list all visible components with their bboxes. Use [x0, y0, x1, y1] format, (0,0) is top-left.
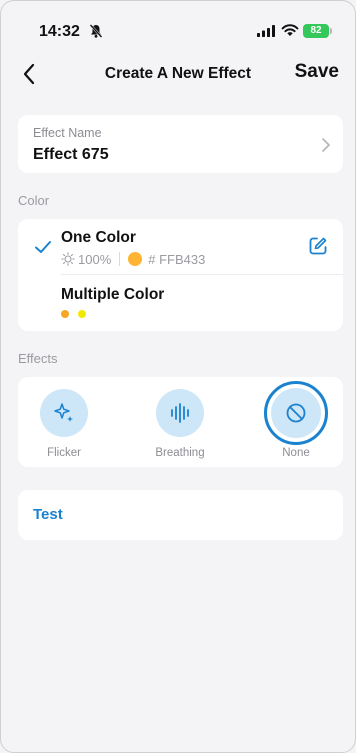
none-icon-bg-selected	[264, 381, 328, 445]
one-color-details: 100% # FFB433	[61, 250, 205, 268]
phone-screen: 14:32 82 Create A New Effect Save Effect…	[0, 0, 356, 753]
battery-level: 82	[310, 25, 322, 36]
flicker-label: Flicker	[47, 447, 81, 459]
test-label: Test	[33, 506, 63, 523]
sparkle-icon	[54, 403, 73, 422]
battery-indicator: 82	[303, 24, 329, 38]
none-label: None	[282, 447, 310, 459]
breathing-label: Breathing	[155, 447, 205, 459]
chevron-right-icon	[322, 138, 330, 152]
edit-icon[interactable]	[308, 236, 328, 256]
cellular-signal-icon	[257, 25, 275, 37]
multiple-color-title: Multiple Color	[61, 286, 165, 303]
color-dot-orange	[61, 310, 69, 318]
test-button[interactable]: Test	[18, 490, 343, 540]
battery-tip	[330, 28, 332, 34]
color-section-label: Color	[18, 193, 50, 208]
effect-name-field[interactable]: Effect Name Effect 675	[18, 115, 343, 173]
wifi-icon	[281, 24, 299, 36]
effects-card: Flicker Breathing None	[18, 377, 343, 467]
flicker-icon-bg	[40, 389, 88, 437]
effect-name-label: Effect Name	[33, 126, 102, 140]
color-swatch	[128, 252, 143, 266]
status-time: 14:32	[39, 23, 80, 40]
navigation-bar: Create A New Effect Save	[1, 55, 355, 95]
effects-section-label: Effects	[18, 351, 58, 366]
status-bar: 14:32 82	[1, 1, 355, 61]
breathing-icon-bg	[156, 389, 204, 437]
hex-value: # FFB433	[148, 251, 206, 267]
color-dot-yellow	[78, 310, 86, 318]
color-option-multiple-color[interactable]: Multiple Color	[18, 275, 343, 331]
prohibited-icon	[286, 403, 306, 423]
waveform-icon	[171, 403, 189, 423]
brightness-icon	[61, 252, 75, 266]
one-color-title: One Color	[61, 229, 136, 246]
effect-name-value: Effect 675	[33, 146, 109, 163]
save-button[interactable]: Save	[295, 61, 339, 83]
effect-breathing[interactable]: Breathing	[135, 377, 225, 467]
effect-none[interactable]: None	[251, 377, 341, 467]
detail-divider	[119, 252, 121, 266]
checkmark-icon	[35, 241, 51, 253]
color-options-card: One Color 100% # FFB433 Multiple Color	[18, 219, 343, 331]
effect-flicker[interactable]: Flicker	[19, 377, 109, 467]
bell-muted-icon	[89, 24, 103, 38]
brightness-value: 100%	[78, 251, 112, 267]
color-option-one-color[interactable]: One Color 100% # FFB433	[18, 219, 343, 275]
